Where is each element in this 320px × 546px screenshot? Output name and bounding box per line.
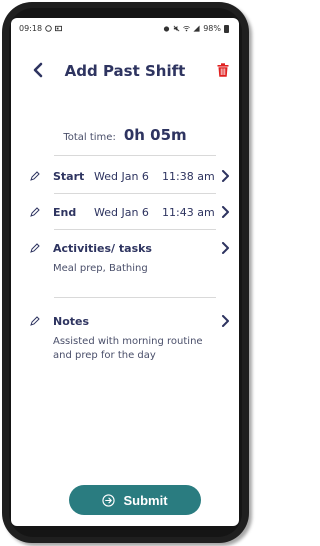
activities-value: Meal prep, Bathing: [53, 263, 148, 274]
arrow-circle-right-icon: [102, 493, 116, 507]
chevron-right-icon: [222, 242, 229, 254]
chevron-right-icon: [222, 206, 229, 218]
end-row[interactable]: End Wed Jan 6 11:43 am: [11, 199, 239, 229]
wifi-icon: [183, 25, 191, 32]
chevron-right-icon: [222, 315, 229, 327]
notes-label: Notes: [53, 315, 90, 328]
divider: [54, 297, 216, 298]
pencil-icon: [30, 243, 40, 253]
submit-button[interactable]: Submit: [69, 485, 201, 515]
trash-icon[interactable]: [217, 63, 229, 77]
end-label: End: [53, 206, 77, 219]
start-date: Wed Jan 6: [94, 170, 149, 183]
notes-value: Assisted with morning routine and prep f…: [53, 336, 203, 361]
submit-label: Submit: [123, 492, 168, 508]
end-time: 11:43 am: [162, 206, 215, 219]
app-screen: 09:18 98% Add Past Shift Total time: 0h …: [11, 18, 239, 526]
whatsapp-icon: [45, 25, 52, 32]
divider: [54, 155, 216, 156]
activities-row[interactable]: Activities/ tasks Meal prep, Bathing: [11, 235, 239, 287]
start-time: 11:38 am: [162, 170, 215, 183]
status-bar: 09:18 98%: [11, 18, 239, 38]
start-label: Start: [53, 170, 85, 183]
total-time-label: Total time:: [63, 132, 116, 143]
battery-percent: 98%: [203, 24, 221, 33]
total-time-value: 0h 05m: [123, 126, 187, 144]
alarm-icon: [164, 26, 170, 32]
pencil-icon: [30, 316, 40, 326]
activities-label: Activities/ tasks: [53, 242, 152, 255]
start-row[interactable]: Start Wed Jan 6 11:38 am: [11, 163, 239, 193]
pencil-icon: [30, 171, 40, 181]
pencil-icon: [30, 207, 40, 217]
gallery-icon: [55, 25, 63, 32]
divider: [54, 193, 216, 194]
status-time: 09:18: [19, 24, 43, 33]
divider: [54, 229, 216, 230]
mute-icon: [173, 25, 180, 32]
notes-row[interactable]: Notes Assisted with morning routine and …: [11, 308, 239, 372]
chevron-right-icon: [222, 170, 229, 182]
battery-icon: [224, 24, 229, 33]
page-header: Add Past Shift: [11, 56, 239, 86]
total-time-row: Total time: 0h 05m: [11, 126, 239, 144]
page-title: Add Past Shift: [64, 62, 186, 80]
end-date: Wed Jan 6: [94, 206, 149, 219]
signal-icon: [193, 25, 200, 32]
